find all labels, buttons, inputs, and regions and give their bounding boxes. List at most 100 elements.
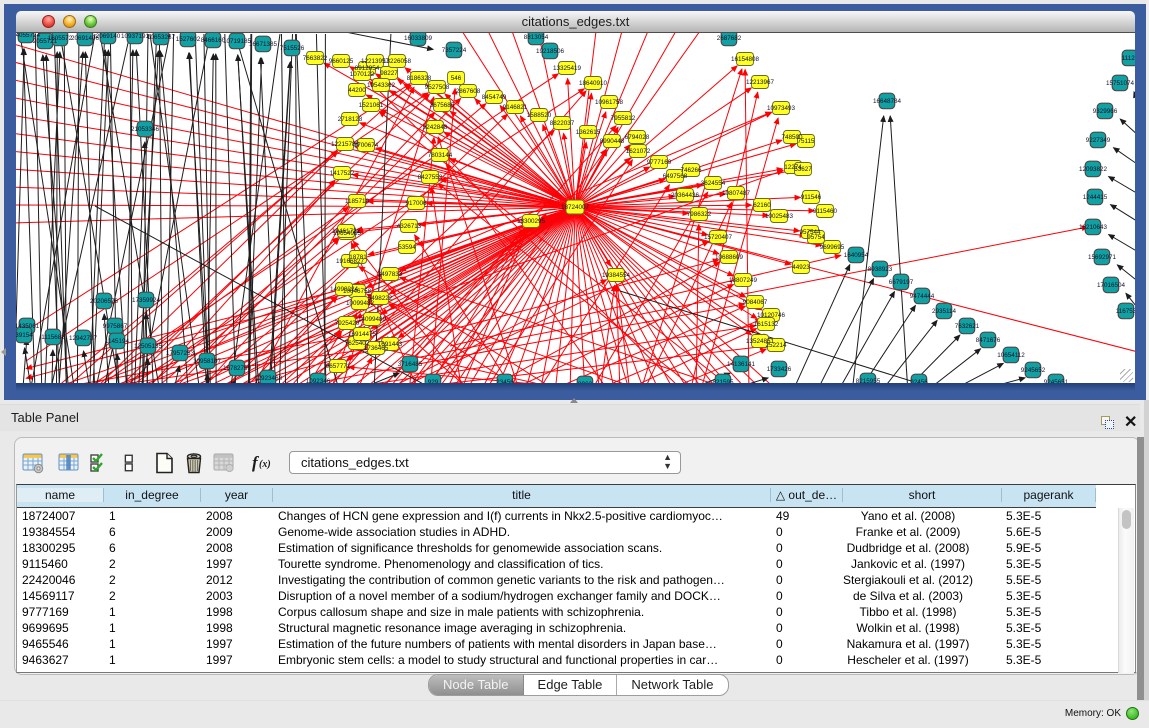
svg-text:14099489: 14099489	[358, 316, 387, 323]
svg-text:1700674: 1700674	[354, 142, 379, 149]
svg-text:(x): (x)	[259, 459, 271, 470]
svg-text:17957253: 17957253	[166, 350, 195, 357]
svg-text:10958107: 10958107	[193, 358, 222, 365]
svg-text:9115460: 9115460	[813, 208, 838, 215]
svg-text:16154808: 16154808	[731, 56, 760, 63]
svg-text:2935114: 2935114	[932, 308, 957, 315]
svg-text:9245652: 9245652	[1021, 367, 1046, 374]
svg-text:6679197: 6679197	[889, 279, 914, 286]
svg-text:12213967: 12213967	[746, 79, 775, 86]
svg-text:7955812: 7955812	[611, 115, 636, 122]
svg-text:929: 929	[428, 379, 439, 383]
svg-text:1615132: 1615132	[754, 321, 779, 328]
svg-text:18781: 18781	[349, 254, 367, 261]
svg-text:8813054: 8813054	[524, 34, 549, 41]
svg-text:75115: 75115	[797, 138, 815, 145]
svg-text:20206576: 20206576	[90, 298, 119, 305]
svg-text:9242848: 9242848	[423, 124, 448, 131]
svg-text:1736465: 1736465	[364, 345, 389, 352]
svg-text:15692971: 15692971	[1088, 254, 1117, 261]
svg-text:7663822: 7663822	[303, 55, 328, 62]
svg-text:7925420: 7925420	[335, 320, 360, 327]
svg-text:1733426: 1733426	[767, 366, 792, 373]
svg-text:12093822: 12093822	[1079, 166, 1108, 173]
svg-text:10120746: 10120746	[757, 312, 786, 319]
svg-text:1640954: 1640954	[844, 252, 869, 259]
svg-text:14998224: 14998224	[330, 286, 359, 293]
svg-text:20364436: 20364436	[671, 192, 700, 199]
svg-text:252214: 252214	[765, 342, 787, 349]
svg-text:10543362: 10543362	[367, 82, 396, 89]
svg-text:8938923: 8938923	[868, 266, 893, 273]
svg-text:9777169: 9777169	[647, 159, 672, 166]
svg-text:19218506: 19218506	[536, 48, 565, 55]
svg-text:8454749: 8454749	[482, 94, 507, 101]
svg-text:19384554: 19384554	[602, 272, 631, 279]
svg-text:8215955: 8215955	[856, 378, 881, 383]
svg-text:21053346: 21053346	[131, 126, 160, 133]
svg-text:1070122: 1070122	[350, 71, 375, 78]
svg-text:546: 546	[451, 75, 462, 82]
svg-text:9245651: 9245651	[1044, 379, 1069, 383]
svg-text:9975867: 9975867	[103, 323, 128, 330]
svg-text:16648784: 16648784	[873, 98, 902, 105]
svg-text:17359924: 17359924	[132, 297, 161, 304]
svg-text:8471676: 8471676	[976, 337, 1001, 344]
svg-text:53627: 53627	[794, 166, 812, 173]
svg-text:9657771: 9657771	[326, 363, 351, 370]
svg-text:15720407: 15720407	[704, 234, 733, 241]
svg-text:10099482: 10099482	[346, 300, 375, 307]
svg-text:3624554: 3624554	[701, 180, 726, 187]
svg-text:1115682: 1115682	[41, 334, 65, 341]
svg-text:1605572: 1605572	[48, 35, 73, 42]
svg-text:8186328: 8186328	[407, 75, 432, 82]
svg-text:6794028: 6794028	[625, 134, 650, 141]
svg-text:2687682: 2687682	[717, 35, 742, 42]
svg-text:7803144: 7803144	[428, 152, 453, 159]
svg-text:1145194: 1145194	[105, 338, 130, 345]
svg-text:10654112: 10654112	[997, 352, 1025, 359]
svg-text:10973493: 10973493	[767, 105, 796, 112]
svg-text:8822037: 8822037	[550, 120, 575, 127]
svg-text:1417522: 1417522	[330, 170, 355, 177]
svg-text:14136141: 14136141	[727, 361, 756, 368]
svg-text:18724007: 18724007	[561, 204, 590, 211]
svg-text:23456: 23456	[496, 379, 514, 383]
svg-text:4326713: 4326713	[397, 223, 422, 230]
svg-text:8063: 8063	[578, 381, 593, 383]
svg-text:18640910: 18640910	[579, 80, 608, 87]
svg-text:16782759: 16782759	[223, 365, 252, 372]
svg-text:13325419: 13325419	[553, 65, 582, 72]
svg-text:8427552: 8427552	[418, 174, 443, 181]
svg-text:9084067: 9084067	[743, 299, 768, 306]
svg-text:16033809: 16033809	[404, 35, 433, 42]
svg-text:10461722: 10461722	[332, 228, 361, 235]
svg-text:9527508: 9527508	[425, 84, 450, 91]
svg-text:1588520: 1588520	[527, 112, 552, 119]
svg-text:9660125: 9660125	[329, 58, 354, 65]
svg-text:9227349: 9227349	[1086, 137, 1111, 144]
svg-text:53594: 53594	[398, 244, 416, 251]
svg-text:62160: 62160	[753, 202, 771, 209]
svg-text:2718128: 2718128	[338, 116, 363, 123]
svg-text:10807487: 10807487	[722, 190, 751, 197]
svg-text:1185718: 1185718	[345, 198, 370, 205]
svg-text:9329966: 9329966	[1093, 108, 1118, 115]
svg-text:44200: 44200	[348, 87, 366, 94]
svg-text:821595: 821595	[712, 379, 734, 383]
svg-text:16671385: 16671385	[249, 41, 278, 48]
svg-text:1435061: 1435061	[16, 323, 40, 330]
svg-text:8990448: 8990448	[600, 138, 625, 145]
svg-text:2867608: 2867608	[456, 88, 481, 95]
svg-text:9699695: 9699695	[820, 244, 845, 251]
svg-text:17016504: 17016504	[1097, 282, 1126, 289]
svg-text:98227: 98227	[380, 70, 398, 77]
svg-text:12942737: 12942737	[69, 335, 98, 342]
svg-text:3716485: 3716485	[398, 361, 423, 368]
svg-text:11124: 11124	[1122, 55, 1135, 62]
svg-text:9474444: 9474444	[910, 293, 935, 300]
svg-text:2069140: 2069140	[96, 33, 121, 40]
svg-text:95754: 95754	[807, 234, 825, 241]
svg-text:917006: 917006	[405, 200, 427, 207]
svg-text:6497568: 6497568	[663, 173, 688, 180]
